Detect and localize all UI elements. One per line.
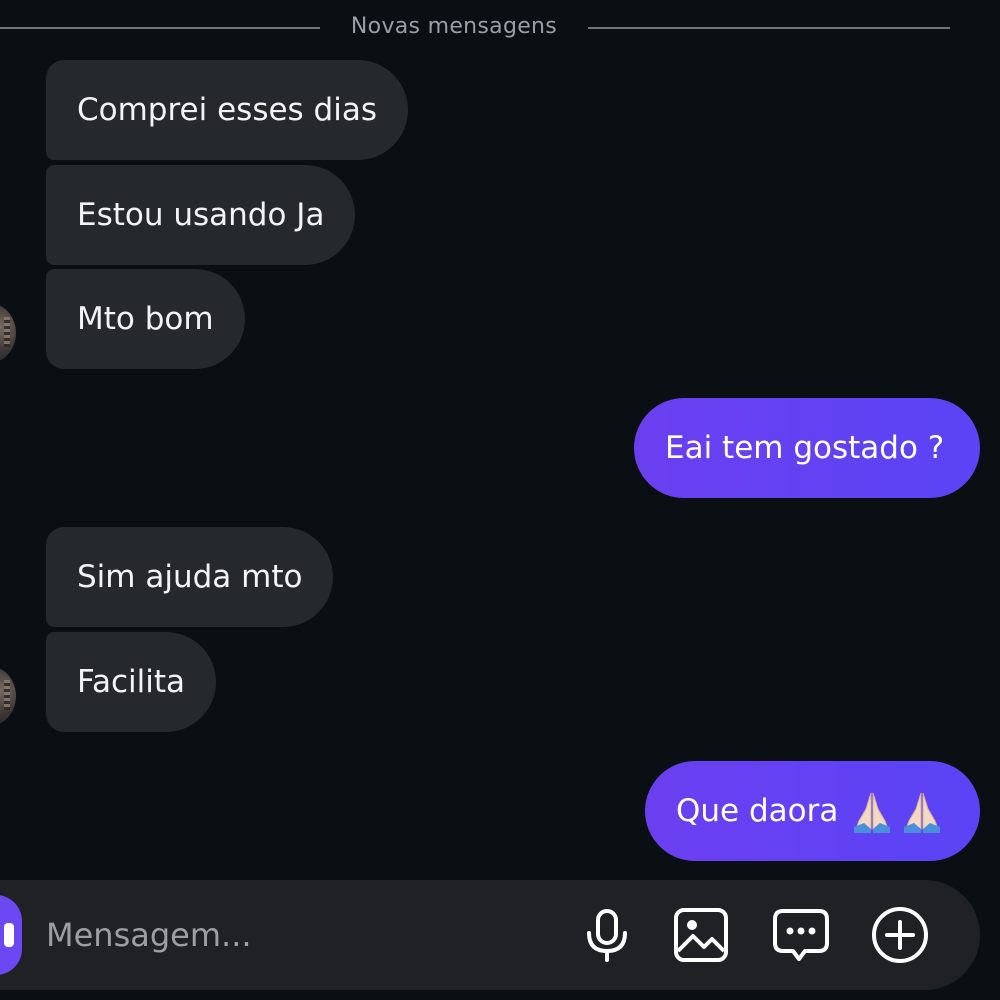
message-input[interactable] — [46, 910, 546, 960]
message-composer — [0, 880, 980, 990]
outgoing-message[interactable]: Que daora — [645, 761, 980, 861]
chat-bubble-icon — [773, 909, 829, 961]
sticker-button[interactable] — [771, 905, 831, 965]
sender-avatar[interactable] — [0, 666, 16, 726]
chat-screen: Novas mensagens Comprei esses dias Estou… — [0, 0, 1000, 1000]
praying-hands-emoji — [850, 789, 949, 833]
outgoing-message[interactable]: Eai tem gostado ? — [634, 398, 980, 498]
plus-circle-icon — [872, 907, 928, 963]
camera-button[interactable] — [0, 895, 22, 975]
more-options-button[interactable] — [870, 905, 930, 965]
divider-line-left — [0, 27, 320, 29]
incoming-message[interactable]: Sim ajuda mto — [46, 527, 334, 627]
praying-hands-icon — [854, 792, 891, 833]
microphone-button[interactable] — [577, 905, 637, 965]
incoming-message[interactable]: Comprei esses dias — [46, 60, 408, 160]
new-messages-label: Novas mensagens — [350, 14, 558, 39]
microphone-icon — [587, 909, 627, 962]
incoming-message[interactable]: Mto bom — [46, 269, 245, 369]
praying-hands-icon — [904, 792, 941, 833]
outgoing-message-text: Que daora — [676, 793, 839, 829]
incoming-message[interactable]: Estou usando Ja — [46, 165, 356, 265]
gallery-button[interactable] — [671, 905, 731, 965]
image-icon — [674, 908, 728, 962]
divider-line-right — [588, 27, 950, 29]
incoming-message[interactable]: Facilita — [46, 632, 217, 732]
sender-avatar[interactable] — [0, 303, 16, 363]
new-messages-divider: Novas mensagens — [0, 8, 1000, 48]
